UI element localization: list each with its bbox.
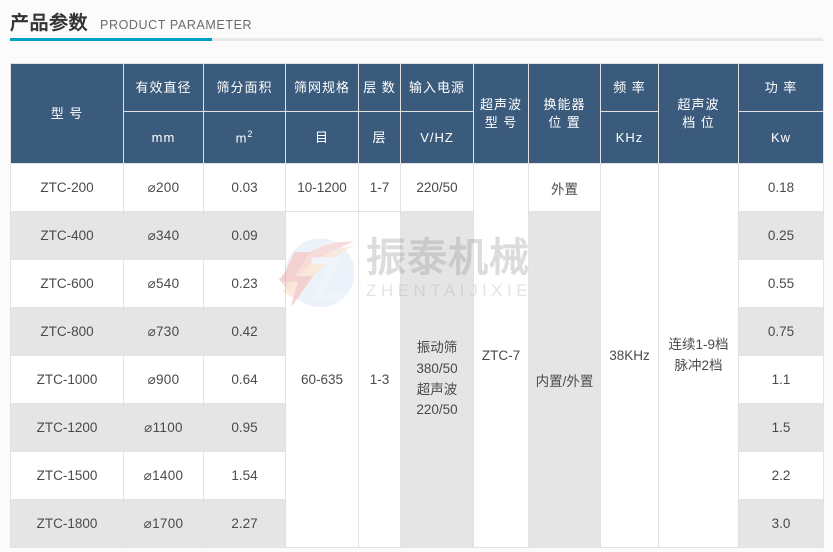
cell-model: ZTC-1200 (11, 404, 124, 452)
col-header-mesh-spec: 筛网规格 (286, 64, 359, 112)
table-body: ZTC-200 ⌀200 0.03 10-1200 1-7 220/50 ZTC… (11, 164, 824, 548)
col-header-transducer-position-line2: 位 置 (531, 114, 598, 132)
col-header-power: 功 率 (739, 64, 824, 112)
cell-transducer-position-merged: 内置/外置 (529, 212, 601, 548)
cell-layers-merged: 1-3 (359, 212, 401, 548)
cell-ultrasonic-gear-merged: 连续1-9档 脉冲2档 (659, 164, 739, 548)
col-unit-layers: 层 (359, 112, 401, 164)
cell-diameter: ⌀1400 (124, 452, 204, 500)
col-unit-power: Kw (739, 112, 824, 164)
col-header-ultrasonic-model-line1: 超声波 (476, 96, 526, 114)
cell-model: ZTC-200 (11, 164, 124, 212)
title-divider-accent (10, 38, 212, 41)
cell-area: 0.09 (204, 212, 286, 260)
parameter-table-container: 型 号 有效直径 筛分面积 筛网规格 层 数 输入电源 超声波 型 号 换能器 … (10, 63, 823, 548)
header-row-primary: 型 号 有效直径 筛分面积 筛网规格 层 数 输入电源 超声波 型 号 换能器 … (11, 64, 824, 112)
cell-area: 2.27 (204, 500, 286, 548)
cell-diameter: ⌀540 (124, 260, 204, 308)
cell-ultrasonic-model-merged: ZTC-7 (474, 164, 529, 548)
col-header-transducer-position: 换能器 位 置 (529, 64, 601, 164)
cell-area: 0.42 (204, 308, 286, 356)
cell-diameter: ⌀900 (124, 356, 204, 404)
col-header-frequency: 频 率 (601, 64, 659, 112)
parameter-table: 型 号 有效直径 筛分面积 筛网规格 层 数 输入电源 超声波 型 号 换能器 … (10, 63, 824, 548)
col-header-model: 型 号 (11, 64, 124, 164)
col-unit-frequency: KHz (601, 112, 659, 164)
col-header-ultrasonic-model-line2: 型 号 (476, 114, 526, 132)
section-header: 产品参数 PRODUCT PARAMETER (10, 8, 823, 46)
col-unit-screening-area: m2 (204, 112, 286, 164)
cell-model: ZTC-1800 (11, 500, 124, 548)
cell-ultrasonic-gear-line2: 脉冲2档 (661, 356, 736, 377)
cell-ultrasonic-gear-line1: 连续1-9档 (661, 335, 736, 356)
cell-input-power-merged: 振动筛 380/50 超声波 220/50 (401, 212, 474, 548)
col-header-transducer-position-line1: 换能器 (531, 96, 598, 114)
col-header-ultrasonic-gear-line2: 档 位 (661, 114, 736, 132)
cell-power: 2.2 (739, 452, 824, 500)
col-header-ultrasonic-gear: 超声波 档 位 (659, 64, 739, 164)
cell-input-power-line1: 振动筛 (403, 338, 471, 359)
cell-diameter: ⌀340 (124, 212, 204, 260)
table-row: ZTC-200 ⌀200 0.03 10-1200 1-7 220/50 ZTC… (11, 164, 824, 212)
cell-frequency-merged: 38KHz (601, 164, 659, 548)
cell-power: 1.1 (739, 356, 824, 404)
cell-area: 0.95 (204, 404, 286, 452)
col-unit-input-power: V/HZ (401, 112, 474, 164)
cell-area: 0.64 (204, 356, 286, 404)
page-subtitle: PRODUCT PARAMETER (100, 18, 252, 32)
cell-power: 0.18 (739, 164, 824, 212)
cell-layers: 1-7 (359, 164, 401, 212)
cell-area: 0.23 (204, 260, 286, 308)
cell-mesh-spec-merged: 60-635 (286, 212, 359, 548)
col-header-effective-diameter: 有效直径 (124, 64, 204, 112)
col-unit-screening-area-sup: 2 (247, 129, 253, 139)
cell-input-power-line3: 超声波 (403, 380, 471, 401)
cell-area: 0.03 (204, 164, 286, 212)
cell-power: 0.25 (739, 212, 824, 260)
cell-model: ZTC-1000 (11, 356, 124, 404)
col-header-layers: 层 数 (359, 64, 401, 112)
cell-power: 3.0 (739, 500, 824, 548)
cell-power: 0.55 (739, 260, 824, 308)
cell-model: ZTC-600 (11, 260, 124, 308)
cell-input-power-line2: 380/50 (403, 359, 471, 380)
cell-input-power-line4: 220/50 (403, 400, 471, 421)
cell-diameter: ⌀1700 (124, 500, 204, 548)
cell-transducer-position: 外置 (529, 164, 601, 212)
col-header-screening-area: 筛分面积 (204, 64, 286, 112)
col-unit-screening-area-base: m (236, 130, 248, 145)
col-unit-effective-diameter: mm (124, 112, 204, 164)
cell-model: ZTC-1500 (11, 452, 124, 500)
col-header-input-power: 输入电源 (401, 64, 474, 112)
page-title: 产品参数 (10, 8, 88, 35)
col-unit-mesh-spec: 目 (286, 112, 359, 164)
col-header-ultrasonic-gear-line1: 超声波 (661, 96, 736, 114)
col-header-ultrasonic-model: 超声波 型 号 (474, 64, 529, 164)
table-header: 型 号 有效直径 筛分面积 筛网规格 层 数 输入电源 超声波 型 号 换能器 … (11, 64, 824, 164)
title-row: 产品参数 PRODUCT PARAMETER (10, 8, 823, 36)
cell-input-power: 220/50 (401, 164, 474, 212)
cell-diameter: ⌀1100 (124, 404, 204, 452)
cell-mesh-spec: 10-1200 (286, 164, 359, 212)
cell-area: 1.54 (204, 452, 286, 500)
cell-power: 1.5 (739, 404, 824, 452)
cell-power: 0.75 (739, 308, 824, 356)
cell-diameter: ⌀200 (124, 164, 204, 212)
cell-diameter: ⌀730 (124, 308, 204, 356)
cell-model: ZTC-800 (11, 308, 124, 356)
cell-model: ZTC-400 (11, 212, 124, 260)
